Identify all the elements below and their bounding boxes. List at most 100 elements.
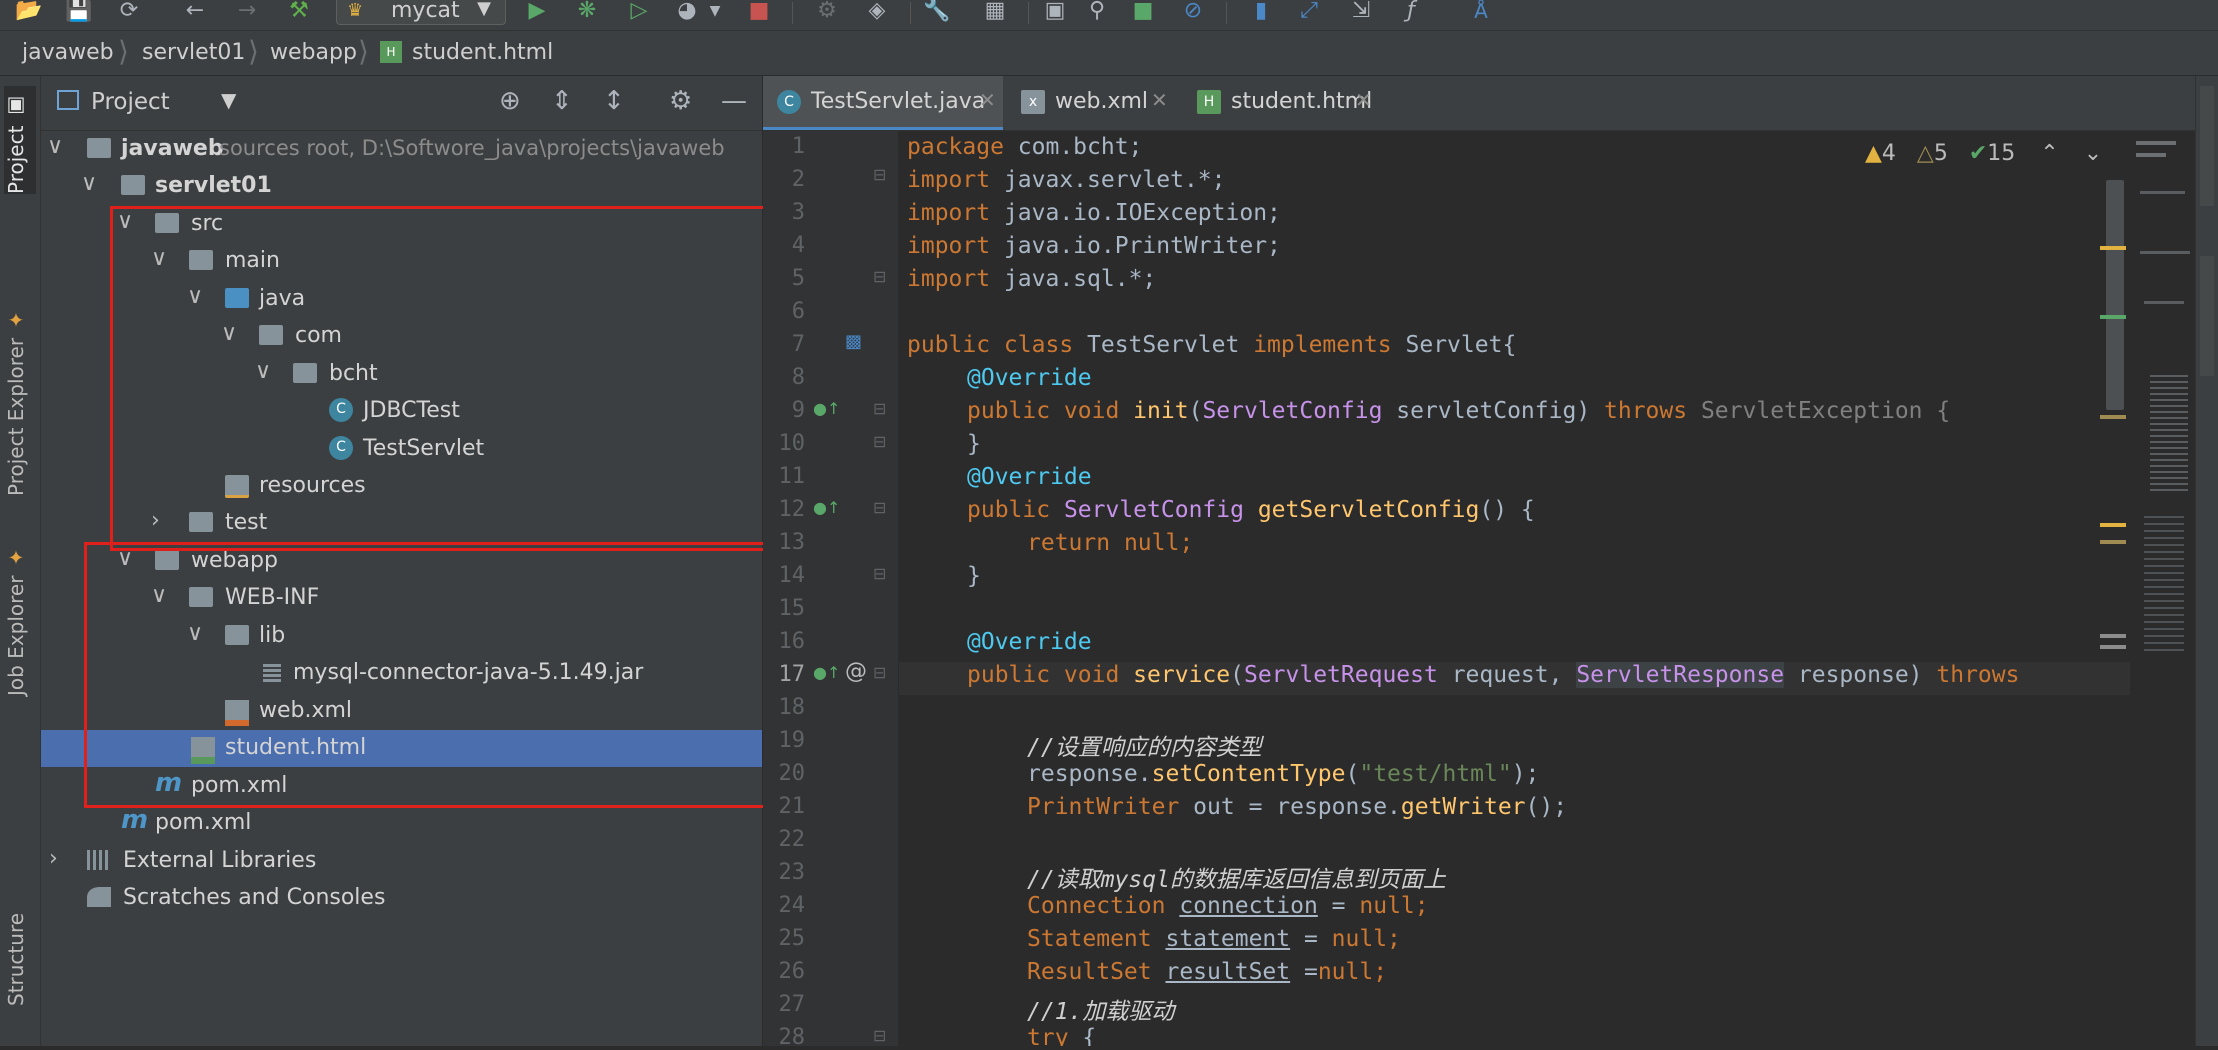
profile-icon[interactable]: ◕ (672, 0, 702, 24)
tab-student-html[interactable]: H student.html ✕ (1183, 76, 1379, 130)
collapse-all-icon[interactable]: ↕ (603, 86, 625, 116)
back-icon[interactable]: ← (180, 0, 210, 24)
search-icon[interactable]: ⚲ (1082, 0, 1112, 24)
chevron-down-icon: ▼ (477, 0, 491, 19)
code-line-12: public ServletConfig getServletConfig() … (967, 497, 1535, 523)
build-artifacts-icon[interactable]: ◈ (862, 0, 892, 24)
save-icon[interactable]: 💾 (64, 0, 94, 24)
breadcrumb-item-servlet01[interactable]: servlet01 (142, 40, 245, 65)
fold-icon[interactable]: ⊟ (873, 432, 886, 451)
database-icon[interactable]: ▮ (1246, 0, 1276, 24)
weak-warning-marker[interactable] (2100, 540, 2126, 544)
expand-all-icon[interactable]: ⇕ (551, 86, 573, 116)
chevron-down-icon[interactable]: ∨ (81, 171, 97, 196)
servlet-icon[interactable]: ▩ (845, 331, 862, 352)
at-icon[interactable]: @ (845, 659, 867, 684)
implements-method-icon[interactable]: ●↑ (813, 498, 840, 517)
tool-tab-project[interactable]: Project ▣ (4, 86, 36, 194)
project-structure-icon[interactable]: ▦ (980, 0, 1010, 24)
fold-icon[interactable]: ⊟ (873, 663, 886, 682)
fold-icon[interactable]: ⊟ (873, 564, 886, 583)
code-line-26: ResultSet resultSet =null; (1027, 959, 1388, 985)
line-number: 12 (778, 497, 806, 522)
tree-item-servlet01[interactable]: ∨ servlet01 (41, 168, 762, 205)
breadcrumb-item-student-html[interactable]: student.html (412, 40, 553, 65)
breadcrumb-item-javaweb[interactable]: javaweb (22, 40, 114, 65)
locate-icon[interactable]: ⊕ (499, 86, 521, 116)
tool-tab-database[interactable] (2200, 86, 2214, 206)
line-number: 24 (778, 893, 806, 918)
tab-testservlet-java[interactable]: C TestServlet.java ✕ (763, 76, 1003, 130)
fold-icon[interactable]: ⊟ (873, 1026, 886, 1045)
vcs-icon[interactable]: ⤢ (1294, 0, 1324, 24)
fold-icon[interactable]: ⊟ (873, 267, 886, 286)
tree-item-path: sources root, D:\Softwore_java\projects\… (219, 136, 725, 160)
tree-item-scratches[interactable]: Scratches and Consoles (41, 880, 762, 917)
close-icon[interactable]: ✕ (979, 88, 996, 112)
ok-marker[interactable] (2100, 315, 2126, 319)
debug-icon[interactable]: ❋ (572, 0, 602, 24)
breadcrumb-item-webapp[interactable]: webapp (270, 40, 357, 65)
info-marker[interactable] (2100, 634, 2126, 638)
project-panel-title[interactable]: Project (91, 89, 170, 115)
translate-icon[interactable]: Å (1466, 0, 1496, 24)
code-editor[interactable]: package com.bcht; import javax.servlet.*… (899, 131, 2130, 1046)
fold-icon[interactable]: ⊟ (873, 399, 886, 418)
line-number: 16 (778, 629, 806, 654)
code-line-4: import java.io.PrintWriter; (907, 233, 1281, 259)
fold-icon[interactable]: ⊟ (873, 165, 886, 184)
editor-scrollbar[interactable] (2106, 180, 2124, 410)
fold-icon[interactable]: ⊟ (873, 498, 886, 517)
fx-icon[interactable]: ƒ (1396, 0, 1426, 24)
build-hammer-icon[interactable]: ⚒ (284, 0, 314, 24)
sync-icon[interactable]: ⟳ (114, 0, 144, 24)
implements-method-icon[interactable]: ●↑ (813, 399, 840, 418)
line-number: 11 (778, 464, 806, 489)
block-icon[interactable]: ⊘ (1178, 0, 1208, 24)
profile-dropdown-icon[interactable]: ▼ (700, 0, 730, 24)
tree-item-pom-xml-javaweb[interactable]: m pom.xml (41, 805, 762, 842)
close-icon[interactable]: ✕ (1151, 88, 1168, 112)
code-line-5: import java.sql.*; (907, 266, 1157, 292)
run-config-icon: ♛ (347, 0, 364, 21)
terminal-icon[interactable]: ▣ (1040, 0, 1070, 24)
scratches-icon (87, 887, 111, 907)
warning-marker[interactable] (2100, 246, 2126, 250)
chevron-right-icon[interactable]: › (49, 846, 58, 871)
info-marker[interactable] (2100, 645, 2126, 649)
tool-tab-project-explorer[interactable]: Project Explorer ✦ (4, 226, 36, 496)
tree-item-javaweb[interactable]: ∨ javaweb sources root, D:\Softwore_java… (41, 131, 762, 168)
chevron-down-icon[interactable]: ▼ (221, 88, 236, 112)
tab-web-xml[interactable]: x web.xml ✕ (1007, 76, 1175, 130)
chevron-down-icon[interactable]: ⌄ (2084, 141, 2102, 166)
code-line-27: //1.加载驱动 (1027, 999, 1175, 1025)
open-folder-icon[interactable]: 📂 (14, 0, 44, 24)
minimize-icon[interactable]: — (721, 86, 747, 116)
run-icon[interactable]: ▶ (522, 0, 552, 24)
implements-method-icon[interactable]: ●↑ (813, 663, 840, 682)
code-line-11: @Override (967, 464, 1092, 490)
run-configuration-selector[interactable]: ♛ mycat ▼ (336, 0, 506, 25)
close-icon[interactable]: ✕ (1355, 88, 1372, 112)
chevron-up-icon[interactable]: ⌃ (2040, 141, 2058, 166)
wrench-icon[interactable]: 🔧 (922, 0, 952, 24)
maven-icon: m (121, 805, 149, 835)
code-minimap[interactable] (2130, 131, 2195, 1046)
graph-icon[interactable]: ■ (1128, 0, 1158, 24)
chevron-down-icon[interactable]: ∨ (47, 134, 63, 159)
tree-item-external-libraries[interactable]: › External Libraries (41, 843, 762, 880)
chevron-right-icon: ⟩ (248, 35, 259, 68)
export-icon[interactable]: ⇲ (1346, 0, 1376, 24)
tool-tab-job-explorer[interactable]: Job Explorer ✦ (4, 516, 36, 696)
inspection-widget[interactable]: ▲4 △5 ✔15 ⌃ ⌄ (1865, 141, 2102, 166)
tool-tab-maven[interactable] (2200, 256, 2214, 376)
tool-tab-structure[interactable]: Structure (4, 886, 36, 1006)
forward-icon[interactable]: → (232, 0, 262, 24)
warning-marker[interactable] (2100, 523, 2126, 527)
weak-warning-marker[interactable] (2100, 415, 2126, 419)
coverage-icon[interactable]: ▷ (624, 0, 654, 24)
attach-icon[interactable]: ⚙ (812, 0, 842, 24)
stop-icon[interactable]: ■ (744, 0, 774, 24)
editor-gutter: 1 2 3 4 5 6 7 8 9 10 11 12 13 14 15 16 1… (763, 131, 898, 1050)
gear-icon[interactable]: ⚙ (669, 86, 692, 116)
